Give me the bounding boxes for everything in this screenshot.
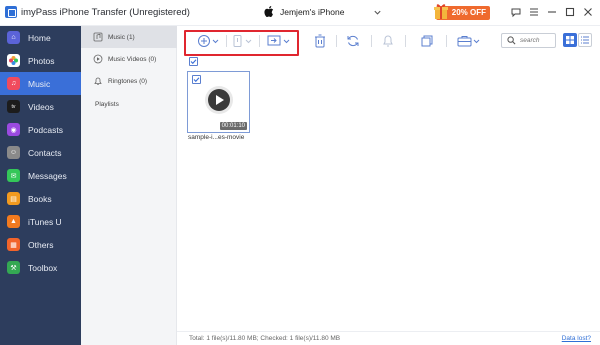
chevron-down-icon[interactable] — [373, 8, 382, 17]
data-lost-link[interactable]: Data lost? — [562, 335, 591, 342]
status-summary: Total: 1 file(s)/11.80 MB; Checked: 1 fi… — [189, 335, 341, 342]
sidebar-item-books[interactable]: ▤ Books — [0, 187, 81, 210]
menu-icon[interactable] — [528, 6, 540, 18]
play-icon[interactable] — [208, 89, 230, 111]
grid-view-button[interactable] — [563, 33, 577, 47]
sidebar-item-label: Contacts — [28, 147, 62, 158]
close-icon[interactable] — [582, 6, 594, 18]
bell-icon — [383, 35, 393, 47]
toolbar-separator — [371, 35, 372, 47]
app-window: imyPass iPhone Transfer (Unregistered) J… — [0, 0, 600, 345]
messages-icon: ✉ — [7, 169, 20, 182]
sidebar-item-label: Music — [28, 78, 51, 89]
category-label: Ringtones (0) — [108, 77, 148, 85]
search-box[interactable] — [501, 33, 556, 48]
sidebar-item-messages[interactable]: ✉ Messages — [0, 164, 81, 187]
media-file-card[interactable]: 00:01:10 — [187, 71, 250, 133]
device-name: Jemjem's iPhone — [280, 6, 345, 17]
sidebar-item-others[interactable]: ▦ Others — [0, 233, 81, 256]
playlists-label: Playlists — [95, 100, 119, 108]
sidebar-item-home[interactable]: ⌂ Home — [0, 26, 81, 49]
sidebar-item-itunes-u[interactable]: ▲ iTunes U — [0, 210, 81, 233]
sidebar-item-label: Videos — [28, 101, 54, 112]
briefcase-icon — [457, 36, 480, 47]
gift-icon — [434, 4, 448, 19]
toolbar-separator — [336, 35, 337, 47]
itunes-u-icon: ▲ — [7, 215, 20, 228]
maximize-icon[interactable] — [564, 6, 576, 18]
sidebar-item-music[interactable]: ♫ Music — [0, 72, 81, 95]
highlight-annotation — [184, 30, 299, 56]
toolbox-icon: ⚒ — [7, 261, 20, 274]
toolbar-separator — [405, 35, 406, 47]
sidebar-item-label: Home — [28, 32, 51, 43]
music-video-icon — [93, 54, 103, 64]
duration-badge: 00:01:10 — [219, 122, 247, 130]
sidebar-item-photos[interactable]: Photos — [0, 49, 81, 72]
sidebar-item-label: Toolbox — [28, 262, 58, 273]
sidebar-item-label: Podcasts — [28, 124, 63, 135]
app-logo-icon — [5, 6, 17, 18]
music-category-panel: Music (1) Music Videos (0) Ringtones (0)… — [81, 26, 177, 345]
category-music-videos[interactable]: Music Videos (0) — [81, 48, 177, 70]
file-checkbox[interactable] — [192, 75, 201, 84]
books-icon: ▤ — [7, 192, 20, 205]
sidebar-item-contacts[interactable]: ☺ Contacts — [0, 141, 81, 164]
list-view-button[interactable] — [578, 33, 592, 47]
sidebar: ⌂ Home Photos ♫ Music tv Videos ◉ Podcas… — [0, 26, 81, 345]
search-input[interactable] — [520, 35, 554, 46]
minimize-icon[interactable] — [546, 6, 558, 18]
bell-icon — [94, 77, 102, 85]
file-name: sample-i...es-movie — [188, 134, 245, 141]
others-icon: ▦ — [7, 238, 20, 251]
search-icon — [507, 36, 516, 45]
ringtone-maker-button[interactable] — [380, 33, 396, 49]
title-bar: imyPass iPhone Transfer (Unregistered) J… — [0, 0, 600, 26]
list-icon — [581, 36, 589, 44]
promo-label: 20% OFF — [451, 8, 486, 17]
chat-icon[interactable] — [510, 6, 522, 18]
refresh-button[interactable] — [344, 33, 362, 49]
select-all-checkbox[interactable] — [189, 57, 198, 66]
refresh-icon — [347, 35, 359, 47]
music-icon: ♫ — [7, 77, 20, 90]
category-label: Music Videos (0) — [108, 55, 157, 63]
sidebar-item-label: Books — [28, 193, 52, 204]
grid-icon — [566, 36, 574, 44]
toolbox-button[interactable] — [455, 33, 483, 49]
playlists-header[interactable]: Playlists — [81, 93, 177, 115]
photos-icon — [7, 54, 20, 67]
category-ringtones[interactable]: Ringtones (0) — [81, 70, 177, 92]
sidebar-item-podcasts[interactable]: ◉ Podcasts — [0, 118, 81, 141]
copy-button[interactable] — [419, 33, 435, 49]
app-title: imyPass iPhone Transfer (Unregistered) — [21, 7, 190, 18]
copy-icon — [421, 35, 433, 47]
checkmark-icon — [193, 77, 200, 83]
music-note-icon — [93, 32, 103, 42]
tv-icon: tv — [7, 100, 20, 113]
sidebar-item-label: Messages — [28, 170, 67, 181]
sidebar-item-label: iTunes U — [28, 216, 62, 227]
sidebar-item-toolbox[interactable]: ⚒ Toolbox — [0, 256, 81, 279]
home-icon: ⌂ — [7, 31, 20, 44]
toolbar-separator — [446, 35, 447, 47]
category-music[interactable]: Music (1) — [81, 26, 177, 48]
sidebar-item-videos[interactable]: tv Videos — [0, 95, 81, 118]
apple-icon — [264, 6, 274, 17]
checkmark-icon — [190, 59, 197, 65]
sidebar-item-label: Others — [28, 239, 54, 250]
podcasts-icon: ◉ — [7, 123, 20, 136]
trash-icon — [315, 34, 325, 48]
delete-button[interactable] — [312, 33, 328, 49]
category-label: Music (1) — [108, 33, 135, 41]
status-bar: Total: 1 file(s)/11.80 MB; Checked: 1 fi… — [177, 331, 600, 345]
contacts-icon: ☺ — [7, 146, 20, 159]
sidebar-item-label: Photos — [28, 55, 55, 66]
device-selector[interactable]: Jemjem's iPhone — [264, 6, 344, 17]
